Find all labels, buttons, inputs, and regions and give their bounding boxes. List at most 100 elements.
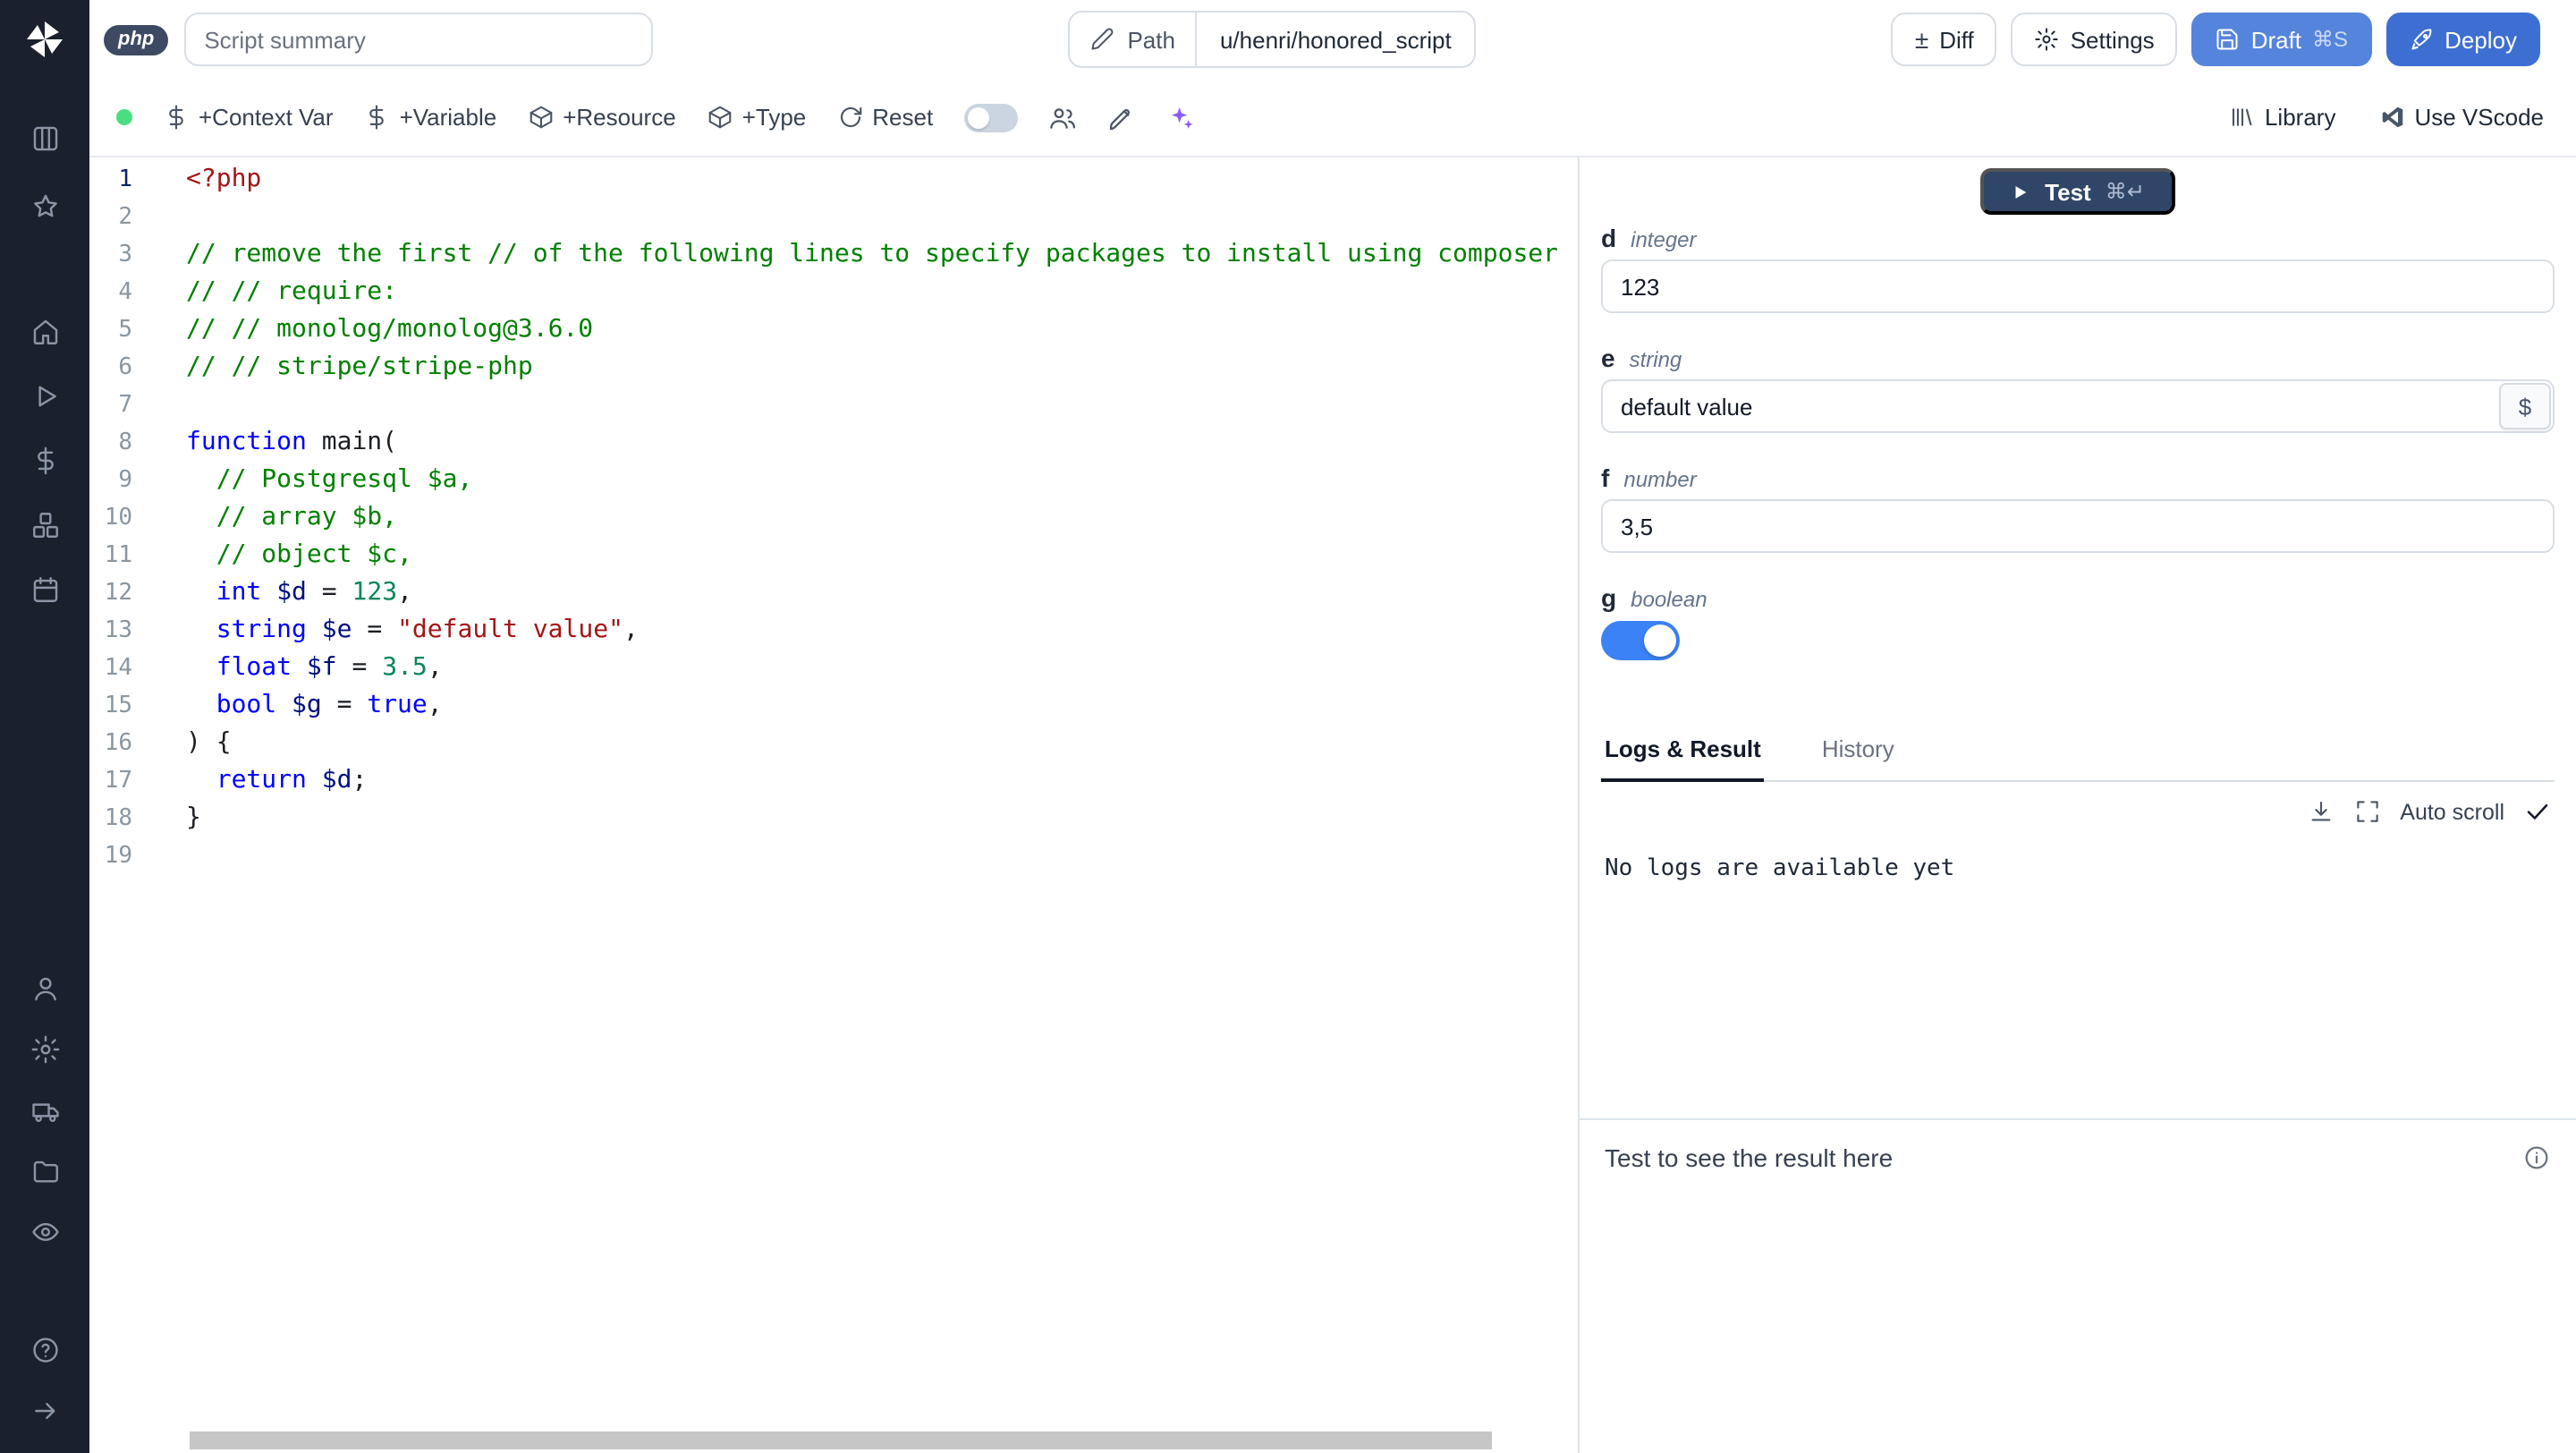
no-logs-text: No logs are available yet [1605,855,1955,882]
field-type: integer [1631,227,1697,252]
gear-icon [2036,28,2059,51]
field-f: f number [1601,463,2555,553]
home-icon[interactable] [14,304,75,358]
draft-button[interactable]: Draft ⌘S [2191,13,2372,66]
code-line[interactable]: float $f = 3.5, [186,650,1578,687]
code-editor[interactable]: 1 2 3 4 5 6 7 8 9 10 11 12 13 14 15 16 17 18 19 <?php// re… [89,157,1578,1453]
field-e-input[interactable] [1601,379,2555,433]
path-edit[interactable]: Path [1070,13,1194,66]
variables-icon[interactable] [14,433,75,487]
info-icon[interactable] [2522,1143,2551,1172]
collapse-sidebar-icon[interactable] [14,1383,75,1437]
fields-container: d integer estring $ fnumber g boolean [1601,215,2555,660]
code-line[interactable]: return $d; [186,762,1578,800]
toggle-knob [967,106,989,128]
code-line[interactable] [186,199,1578,236]
add-resource-label: +Resource [563,104,676,131]
settings-button[interactable]: Settings [2011,13,2178,66]
line-number: 5 [118,317,132,344]
code-line[interactable]: bool $g = true, [186,687,1578,725]
use-vscode-button[interactable]: Use VScode [2378,104,2544,131]
code-line[interactable]: // object $c, [186,537,1578,574]
rocket-icon [2411,29,2431,50]
code-line[interactable]: // array $b, [186,499,1578,537]
reset-label: Reset [872,104,934,131]
code-line[interactable]: // // monolog/monolog@3.6.0 [186,311,1578,349]
reset-icon [840,106,861,128]
code-line[interactable] [186,387,1578,424]
package-icon [529,106,552,129]
workers-icon[interactable] [14,1083,75,1136]
field-type: boolean [1631,587,1707,612]
code-line[interactable]: function main( [186,424,1578,462]
auto-scroll-checkbox[interactable] [2524,798,2551,825]
field-type: string [1629,347,1682,372]
horizontal-scrollbar[interactable] [190,1432,1492,1449]
reset-button[interactable]: Reset [836,104,933,131]
test-label: Test [2045,178,2091,205]
code-content[interactable]: <?php // remove the first // of the follo… [161,157,1578,1453]
test-shortcut: ⌘↵ [2105,179,2145,204]
audit-logs-icon[interactable] [14,1204,75,1258]
favorites-icon[interactable] [14,179,75,233]
code-line[interactable]: // remove the first // of the following … [186,236,1578,274]
add-variable-button[interactable]: +Variable [364,104,497,131]
summary-input[interactable] [184,13,654,66]
tab-logs-result[interactable]: Logs & Result [1601,721,1765,782]
code-line[interactable]: // // require: [186,274,1578,311]
library-button[interactable]: Library [2229,104,2335,131]
deploy-button[interactable]: Deploy [2385,13,2540,66]
code-line[interactable]: int $d = 123, [186,574,1578,612]
user-icon[interactable] [14,961,75,1015]
format-code-icon[interactable] [1106,103,1135,132]
add-type-label: +Type [741,104,807,131]
field-d-input[interactable] [1601,259,2555,313]
field-f-input[interactable] [1601,499,2555,553]
path-group[interactable]: Path u/henri/honored_script [1068,11,1477,68]
line-number: 12 [104,580,132,607]
logs-body: No logs are available yet [1601,825,2555,1118]
code-line[interactable]: string $e = "default value", [186,612,1578,650]
line-number: 19 [104,843,132,870]
settings-icon[interactable] [14,1022,75,1075]
insert-variable-button[interactable]: $ [2499,383,2551,429]
windmill-logo[interactable] [23,18,66,61]
status-dot [116,109,132,125]
field-name: e [1601,344,1615,372]
runs-icon[interactable] [14,369,75,422]
code-line[interactable] [186,837,1578,875]
diff-button[interactable]: ± Diff [1891,13,1997,66]
path-value[interactable]: u/henri/honored_script [1194,13,1475,66]
test-button[interactable]: Test ⌘↵ [1980,168,2175,215]
add-variable-label: +Variable [399,104,497,131]
diff-label: Diff [1939,26,1974,53]
plus-minus-icon: ± [1914,25,1929,54]
schedules-icon[interactable] [14,562,75,616]
add-resource-button[interactable]: +Resource [527,104,676,131]
line-number: 6 [118,354,132,381]
code-line[interactable]: <?php [186,161,1578,199]
line-number: 4 [118,279,132,306]
tab-history[interactable]: History [1818,721,1898,780]
line-number: 2 [118,204,132,231]
line-number: 11 [104,542,132,569]
add-context-var-button[interactable]: +Context Var [163,104,334,131]
download-logs-icon[interactable] [2307,798,2334,825]
code-line[interactable]: // // stripe/stripe-php [186,349,1578,387]
ai-assistant-icon[interactable] [1165,103,1194,132]
code-line[interactable]: // Postgresql $a, [186,462,1578,499]
panels-icon[interactable] [14,111,75,165]
users-icon[interactable] [1047,103,1076,132]
add-type-button[interactable]: +Type [707,104,807,131]
help-icon[interactable] [14,1322,75,1376]
code-line[interactable]: } [186,800,1578,837]
field-label: d integer [1601,224,2555,252]
folders-icon[interactable] [14,1143,75,1197]
multiplayer-toggle[interactable] [963,103,1018,132]
field-g-toggle[interactable] [1601,621,1680,660]
test-panel: Test ⌘↵ dintegerestring$fnumbergboolean … [1578,157,2576,1453]
code-line[interactable]: ) { [186,725,1578,762]
expand-logs-icon[interactable] [2353,798,2380,825]
pencil-icon [1091,28,1114,50]
resources-icon[interactable] [14,497,75,551]
